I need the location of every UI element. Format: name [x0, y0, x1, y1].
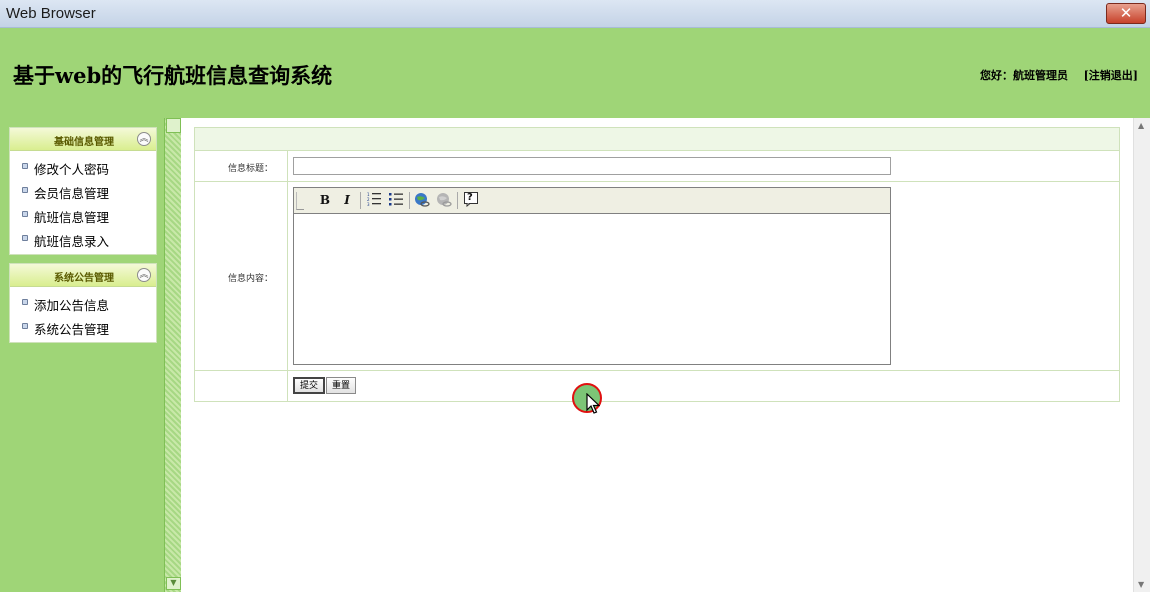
- svg-text:3: 3: [367, 202, 370, 207]
- sidebar-item-label[interactable]: 修改个人密码: [34, 159, 109, 178]
- main-content: 信息标题： 信息内容： B I 123 ? 提交 重置 ▲ ▼: [181, 118, 1150, 592]
- help-icon[interactable]: ?: [462, 191, 480, 209]
- rich-text-editor: B I 123 ?: [293, 187, 891, 365]
- unordered-list-icon[interactable]: [387, 191, 405, 209]
- splitter-scroll-down-icon[interactable]: ▼: [166, 577, 181, 590]
- form-header: [195, 128, 1119, 151]
- toolbar-separator: [409, 192, 410, 209]
- collapse-icon[interactable]: ︽: [137, 268, 151, 282]
- sidebar-item-change-password[interactable]: 修改个人密码: [10, 154, 156, 178]
- sidebar-item-members[interactable]: 会员信息管理: [10, 178, 156, 202]
- ordered-list-icon[interactable]: 123: [365, 191, 383, 209]
- sidebar-item-label[interactable]: 航班信息管理: [34, 207, 109, 226]
- help-glyph: ?: [467, 192, 473, 203]
- menu-group-title: 系统公告管理: [54, 273, 114, 284]
- bullet-icon: [22, 235, 28, 241]
- collapse-icon[interactable]: ︽: [137, 132, 151, 146]
- sidebar-splitter[interactable]: ▼: [164, 118, 181, 592]
- splitter-toggle-icon[interactable]: [166, 118, 181, 133]
- toolbar-separator: [457, 192, 458, 209]
- field-label: 信息内容：: [195, 182, 288, 370]
- editor-content-area[interactable]: [294, 214, 890, 364]
- submit-button[interactable]: 提交: [293, 377, 326, 394]
- sidebar-item-label[interactable]: 会员信息管理: [34, 183, 109, 202]
- vertical-scrollbar[interactable]: ▲ ▼: [1133, 118, 1150, 592]
- italic-button[interactable]: I: [338, 191, 356, 209]
- bullet-icon: [22, 323, 28, 329]
- bullet-icon: [22, 187, 28, 193]
- bullet-icon: [22, 211, 28, 217]
- bold-button[interactable]: B: [316, 191, 334, 209]
- unlink-icon[interactable]: [435, 191, 453, 209]
- reset-button[interactable]: 重置: [326, 377, 357, 394]
- announcement-form: 信息标题： 信息内容： B I 123 ? 提交 重置: [194, 127, 1120, 402]
- mouse-cursor-icon: [586, 393, 600, 414]
- sidebar-item-flight-entry[interactable]: 航班信息录入: [10, 226, 156, 250]
- welcome-text: 您好：航班管理员: [980, 69, 1068, 82]
- sidebar: 基础信息管理 ︽ 修改个人密码 会员信息管理 航班信息管理 航班信息录入 系统公…: [0, 118, 164, 592]
- site-title: 基于web的飞行航班信息查询系统: [13, 63, 333, 88]
- logout-link[interactable]: [注销退出]: [1084, 67, 1138, 83]
- form-row-buttons: 提交 重置: [195, 371, 1119, 401]
- toolbar-grip-icon: [296, 192, 304, 210]
- close-button[interactable]: ✕: [1106, 3, 1146, 24]
- sidebar-item-label[interactable]: 系统公告管理: [34, 319, 109, 338]
- form-row-title: 信息标题：: [195, 151, 1119, 182]
- sidebar-item-label[interactable]: 航班信息录入: [34, 231, 109, 250]
- title-input[interactable]: [293, 157, 891, 175]
- editor-toolbar: B I 123 ?: [294, 188, 890, 214]
- window-titlebar: Web Browser ✕: [0, 0, 1150, 28]
- sidebar-item-manage-announcements[interactable]: 系统公告管理: [10, 314, 156, 338]
- bullet-icon: [22, 163, 28, 169]
- field-label: 信息标题：: [195, 151, 288, 181]
- menu-group-announcements: 系统公告管理 ︽ 添加公告信息 系统公告管理: [9, 263, 157, 343]
- app-frame: 基于web的飞行航班信息查询系统 您好：航班管理员 [注销退出] 基础信息管理 …: [0, 28, 1150, 592]
- header: 基于web的飞行航班信息查询系统 您好：航班管理员 [注销退出]: [2, 28, 1148, 118]
- scroll-up-icon[interactable]: ▲: [1138, 121, 1144, 130]
- content-label: 信息内容：: [227, 274, 273, 284]
- link-icon[interactable]: [413, 191, 431, 209]
- sidebar-item-label[interactable]: 添加公告信息: [34, 295, 109, 314]
- menu-group-basic: 基础信息管理 ︽ 修改个人密码 会员信息管理 航班信息管理 航班信息录入: [9, 127, 157, 255]
- toolbar-separator: [360, 192, 361, 209]
- bullet-icon: [22, 299, 28, 305]
- sidebar-item-add-announcement[interactable]: 添加公告信息: [10, 290, 156, 314]
- menu-group-title: 基础信息管理: [54, 137, 114, 148]
- form-row-content: 信息内容： B I 123 ?: [195, 182, 1119, 371]
- sidebar-item-flights[interactable]: 航班信息管理: [10, 202, 156, 226]
- title-label: 信息标题：: [227, 164, 273, 174]
- scroll-down-icon[interactable]: ▼: [1138, 580, 1144, 589]
- field-label: [195, 371, 288, 401]
- menu-group-header[interactable]: 系统公告管理 ︽: [10, 264, 156, 287]
- menu-group-header[interactable]: 基础信息管理 ︽: [10, 128, 156, 151]
- window-title: Web Browser: [6, 5, 96, 22]
